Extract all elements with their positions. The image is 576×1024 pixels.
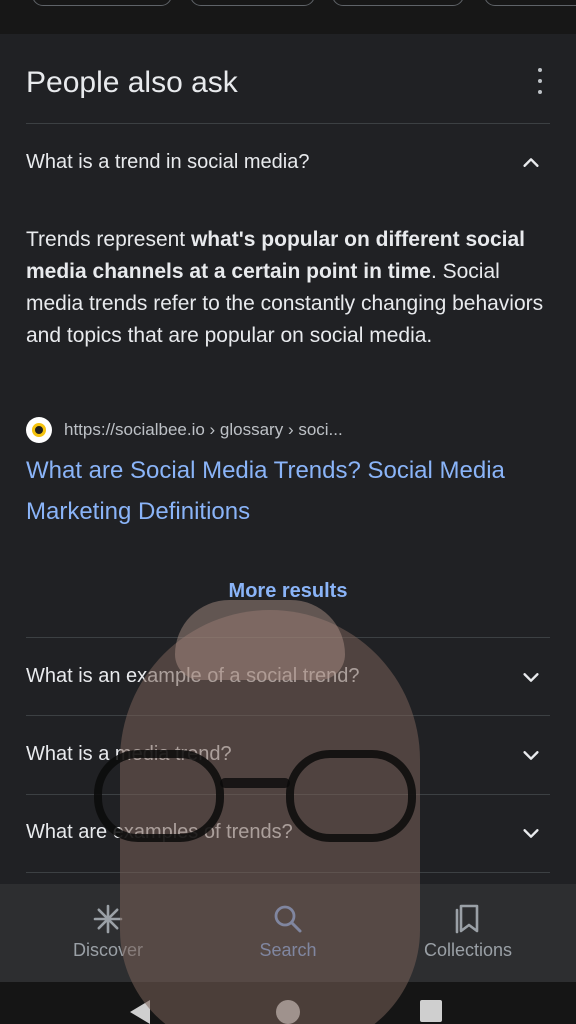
nav-search[interactable]: Search <box>208 902 368 961</box>
source-url[interactable]: https://socialbee.io › glossary › soci..… <box>64 420 343 440</box>
filter-chip[interactable] <box>190 0 315 6</box>
question-item[interactable]: What is a trend in social media? <box>26 151 309 174</box>
source-row[interactable]: https://socialbee.io › glossary › soci..… <box>26 417 343 443</box>
chevron-down-icon[interactable] <box>520 744 542 766</box>
recents-icon[interactable] <box>420 1000 442 1022</box>
filter-chip[interactable] <box>32 0 172 6</box>
nav-collections-label: Collections <box>423 940 513 960</box>
question-item[interactable]: What is a media trend? <box>26 743 232 766</box>
answer-text-start: Trends represent <box>26 228 191 251</box>
chevron-down-icon[interactable] <box>520 822 542 844</box>
chevron-down-icon[interactable] <box>520 666 542 688</box>
result-title-link[interactable]: What are Social Media Trends? Social Med… <box>26 450 556 532</box>
chevron-up-icon[interactable] <box>520 152 542 174</box>
nav-discover-label: Discover <box>72 940 143 960</box>
nav-discover[interactable]: Discover <box>28 902 188 961</box>
home-icon[interactable] <box>276 1000 300 1024</box>
socialbee-favicon-icon <box>26 417 52 443</box>
bottom-navigation: Discover Search Collections <box>0 884 576 982</box>
nav-collections[interactable]: Collections <box>388 902 548 961</box>
filter-chip[interactable] <box>332 0 464 6</box>
system-navigation-bar <box>0 982 576 1024</box>
question-item[interactable]: What are examples of trends? <box>26 821 293 844</box>
divider <box>26 794 550 795</box>
people-also-ask-title: People also ask <box>26 66 238 99</box>
nav-search-label: Search <box>259 940 317 960</box>
more-results-button[interactable]: More results <box>0 580 576 603</box>
divider <box>26 872 550 873</box>
divider <box>26 637 550 638</box>
bookmark-icon <box>451 902 485 936</box>
answer-snippet: Trends represent what's popular on diffe… <box>26 224 546 352</box>
asterisk-icon <box>91 902 125 936</box>
top-chip-strip <box>0 0 576 34</box>
filter-chip[interactable] <box>484 0 576 6</box>
question-item[interactable]: What is an example of a social trend? <box>26 665 360 688</box>
more-options-icon[interactable] <box>530 68 550 94</box>
divider <box>26 715 550 716</box>
back-icon[interactable] <box>130 1000 150 1024</box>
search-icon <box>271 902 305 936</box>
divider <box>26 123 550 124</box>
